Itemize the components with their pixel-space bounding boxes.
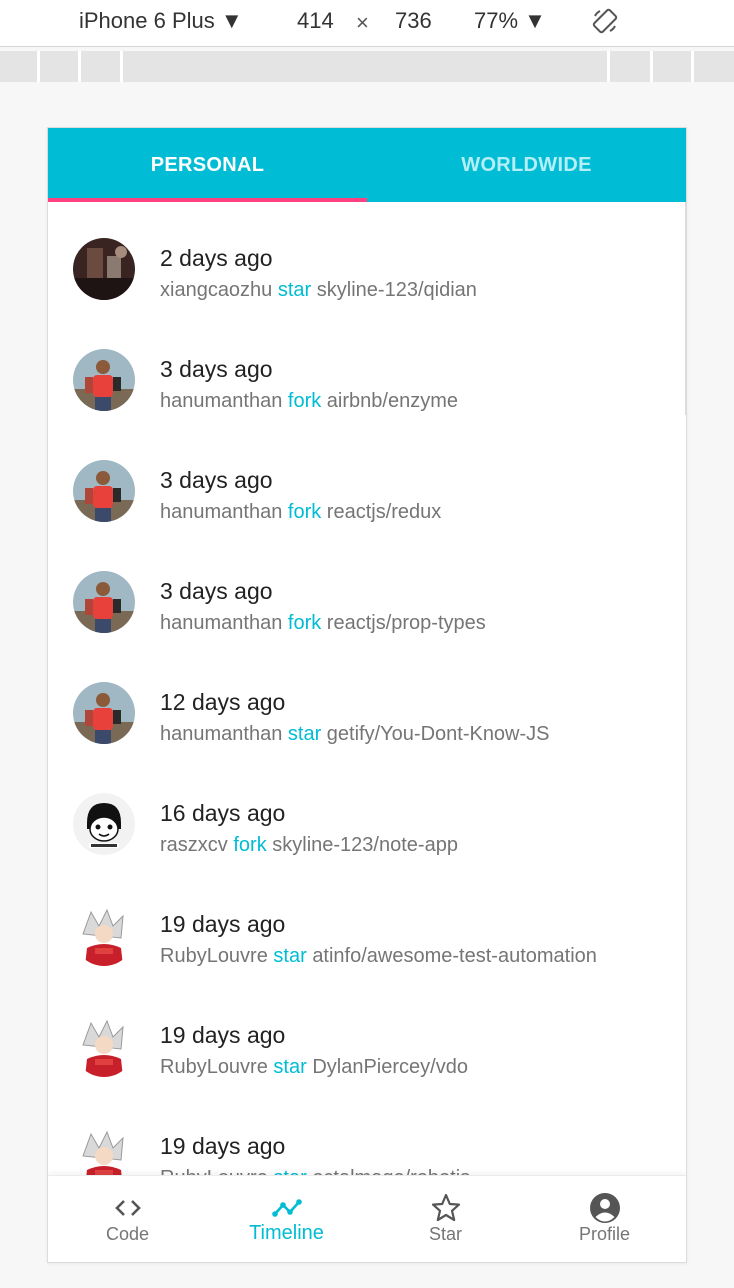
ruler-divider (607, 51, 610, 82)
code-icon (115, 1200, 141, 1216)
media-query-ruler (0, 51, 734, 82)
event-time: 3 days ago (160, 578, 273, 604)
avatar[interactable] (73, 1015, 135, 1077)
timeline-feed: 2 days ago xiangcaozhu star skyline-123/… (48, 202, 686, 1201)
viewport-height-field[interactable]: 736 (395, 8, 432, 34)
list-item[interactable]: 3 days ago hanumanthan fork airbnb/enzym… (48, 313, 686, 424)
ruler-divider (78, 51, 81, 82)
event-action: fork (287, 501, 322, 523)
event-repo[interactable]: skyline-123/qidian (317, 279, 477, 301)
event-action: star (273, 945, 307, 967)
ruler-divider (691, 51, 694, 82)
event-description: RubyLouvre star DylanPiercey/vdo (160, 1056, 468, 1079)
event-time: 2 days ago (160, 245, 273, 271)
nav-star-label: Star (428, 1224, 462, 1244)
bottom-navigation: Code Timeline Star Profile (48, 1175, 686, 1262)
event-description: hanumanthan star getify/You-Dont-Know-JS (160, 723, 550, 746)
event-time: 12 days ago (160, 689, 286, 715)
event-repo[interactable]: skyline-123/note-app (272, 834, 458, 856)
timeline-icon (272, 1199, 302, 1217)
event-time: 3 days ago (160, 356, 273, 382)
list-item[interactable]: 16 days ago raszxcv fork skyline-123/not… (48, 757, 686, 868)
rotate-icon[interactable] (591, 7, 619, 35)
nav-profile-label: Profile (578, 1224, 631, 1244)
nav-timeline[interactable]: Timeline (207, 1176, 366, 1262)
devtools-toolbar: iPhone 6 Plus ▼ 414 × 736 77% ▼ (0, 0, 734, 47)
event-action: star (287, 723, 322, 745)
event-action: star (277, 279, 312, 301)
list-item[interactable]: 3 days ago hanumanthan fork reactjs/prop… (48, 535, 686, 646)
event-action: star (273, 1056, 307, 1078)
viewport-width-field[interactable]: 414 (297, 8, 334, 34)
avatar[interactable] (73, 460, 135, 522)
event-user[interactable]: hanumanthan (160, 501, 282, 523)
tab-worldwide[interactable]: WORLDWIDE (367, 128, 686, 202)
event-action: fork (233, 834, 267, 856)
nav-code-label: Code (105, 1224, 150, 1244)
dimension-separator: × (356, 10, 369, 35)
event-description: hanumanthan fork reactjs/prop-types (160, 612, 486, 635)
event-time: 19 days ago (160, 1133, 286, 1159)
event-repo[interactable]: reactjs/prop-types (327, 612, 486, 634)
event-repo[interactable]: airbnb/enzyme (327, 390, 458, 412)
list-item[interactable]: 12 days ago hanumanthan star getify/You-… (48, 646, 686, 757)
avatar[interactable] (73, 349, 135, 411)
ruler-divider (650, 51, 653, 82)
event-user[interactable]: hanumanthan (160, 612, 282, 634)
event-description: raszxcv fork skyline-123/note-app (160, 834, 458, 857)
tab-personal[interactable]: PERSONAL (48, 128, 367, 202)
event-user[interactable]: RubyLouvre (160, 945, 268, 967)
event-repo[interactable]: DylanPiercey/vdo (312, 1056, 468, 1078)
event-time: 3 days ago (160, 467, 273, 493)
list-item[interactable]: 19 days ago RubyLouvre star atinfo/aweso… (48, 868, 686, 979)
list-item[interactable]: 2 days ago xiangcaozhu star skyline-123/… (48, 202, 686, 313)
ruler-divider (120, 51, 123, 82)
device-select[interactable]: iPhone 6 Plus ▼ (79, 8, 243, 34)
star-icon (431, 1193, 461, 1222)
event-user[interactable]: hanumanthan (160, 390, 282, 412)
avatar[interactable] (73, 793, 135, 855)
event-repo[interactable]: reactjs/redux (327, 501, 442, 523)
list-item[interactable]: 19 days ago RubyLouvre star DylanPiercey… (48, 979, 686, 1090)
event-time: 19 days ago (160, 1022, 286, 1048)
event-repo[interactable]: getify/You-Dont-Know-JS (327, 723, 550, 745)
avatar[interactable] (73, 238, 135, 300)
event-description: hanumanthan fork airbnb/enzyme (160, 390, 458, 413)
account-circle-icon (590, 1193, 620, 1223)
event-user[interactable]: raszxcv (160, 834, 228, 856)
nav-star[interactable]: Star (366, 1176, 525, 1262)
event-description: RubyLouvre star atinfo/awesome-test-auto… (160, 945, 597, 968)
nav-profile[interactable]: Profile (525, 1176, 684, 1262)
nav-timeline-label: Timeline (249, 1222, 324, 1244)
event-action: fork (287, 390, 322, 412)
event-repo[interactable]: atinfo/awesome-test-automation (312, 945, 597, 967)
avatar[interactable] (73, 682, 135, 744)
tab-bar: PERSONAL WORLDWIDE (48, 128, 686, 202)
event-description: xiangcaozhu star skyline-123/qidian (160, 279, 477, 302)
event-description: hanumanthan fork reactjs/redux (160, 501, 441, 524)
zoom-select[interactable]: 77% ▼ (474, 8, 546, 34)
app-screen: PERSONAL WORLDWIDE 2 days ago xiangcaozh… (47, 127, 687, 1263)
nav-code[interactable]: Code (48, 1176, 207, 1262)
event-time: 19 days ago (160, 911, 286, 937)
avatar[interactable] (73, 571, 135, 633)
event-action: fork (287, 612, 322, 634)
event-user[interactable]: hanumanthan (160, 723, 282, 745)
ruler-divider (37, 51, 40, 82)
event-user[interactable]: xiangcaozhu (160, 279, 272, 301)
avatar[interactable] (73, 904, 135, 966)
event-time: 16 days ago (160, 800, 286, 826)
list-item[interactable]: 3 days ago hanumanthan fork reactjs/redu… (48, 424, 686, 535)
event-user[interactable]: RubyLouvre (160, 1056, 268, 1078)
